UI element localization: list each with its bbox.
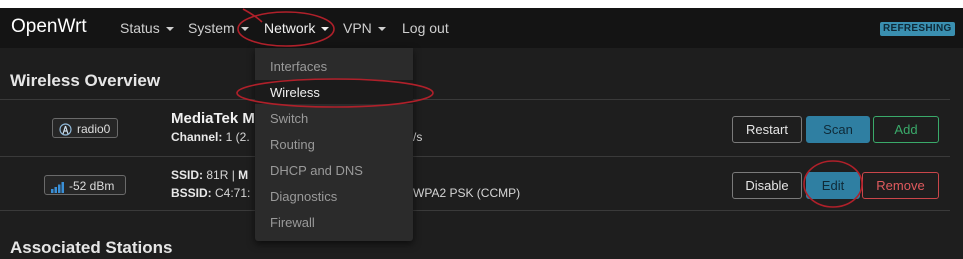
nav-status-label: Status <box>120 20 160 36</box>
nav-status[interactable]: Status <box>120 20 174 36</box>
nav-vpn-label: VPN <box>343 20 372 36</box>
nav-network[interactable]: Network <box>264 20 330 36</box>
divider <box>0 156 950 157</box>
edit-button[interactable]: Edit <box>806 172 860 199</box>
divider <box>0 99 950 100</box>
scan-button[interactable]: Scan <box>806 116 870 143</box>
divider <box>0 210 950 211</box>
menu-item-diagnostics[interactable]: Diagnostics <box>270 189 337 204</box>
wireless-overview-heading: Wireless Overview <box>10 71 161 90</box>
network-dropdown-menu: Interfaces Wireless Switch Routing DHCP … <box>255 48 413 241</box>
bssid-line: BSSID: C4:71: <box>171 186 250 200</box>
menu-item-wireless[interactable]: Wireless <box>270 85 320 100</box>
add-button[interactable]: Add <box>873 116 939 143</box>
nav-logout[interactable]: Log out <box>402 20 449 36</box>
radio-badge: radio0 <box>52 118 118 138</box>
chevron-down-icon <box>165 27 174 32</box>
ssid-line: SSID: 81R | M <box>171 168 248 182</box>
associated-stations-heading: Associated Stations <box>10 238 173 257</box>
radio-title: MediaTek M <box>171 110 255 127</box>
menu-item-routing[interactable]: Routing <box>270 137 315 152</box>
ssid-value: 81R | <box>203 168 239 182</box>
channel-value: 1 (2. <box>222 130 250 144</box>
refreshing-badge: REFRESHING <box>880 22 955 36</box>
nav-system[interactable]: System <box>188 20 249 36</box>
menu-item-switch[interactable]: Switch <box>270 111 308 126</box>
disable-button[interactable]: Disable <box>732 172 802 199</box>
restart-button[interactable]: Restart <box>732 116 802 143</box>
signal-value: -52 dBm <box>69 179 115 193</box>
bssid-label: BSSID: <box>171 186 212 200</box>
nav-network-label: Network <box>264 20 316 36</box>
chevron-down-icon <box>321 27 330 32</box>
ssid-label: SSID: <box>171 168 204 182</box>
encryption-fragment: WPA2 PSK (CCMP) <box>413 186 521 200</box>
bssid-value: C4:71: <box>211 186 251 200</box>
chevron-down-icon <box>377 27 386 32</box>
brand-logo[interactable]: OpenWrt <box>11 16 87 38</box>
nav-system-label: System <box>188 20 235 36</box>
bitrate-fragment: /s <box>413 130 423 144</box>
menu-item-firewall[interactable]: Firewall <box>270 215 315 230</box>
ssid-mode-fragment: M <box>238 168 249 182</box>
menu-item-interfaces[interactable]: Interfaces <box>270 59 327 74</box>
navbar: OpenWrt Status System Network VPN Log ou… <box>0 8 963 48</box>
nav-vpn[interactable]: VPN <box>343 20 386 36</box>
radio-channel-line: Channel: 1 (2. <box>171 130 250 144</box>
signal-badge: -52 dBm <box>44 175 126 195</box>
chevron-down-icon <box>240 27 249 32</box>
menu-item-dhcp-dns[interactable]: DHCP and DNS <box>270 163 363 178</box>
channel-label: Channel: <box>171 130 223 144</box>
radio-name: radio0 <box>77 122 111 136</box>
radio-tower-icon <box>59 122 72 142</box>
signal-strength-icon <box>51 179 65 199</box>
top-strip <box>0 0 963 8</box>
remove-button[interactable]: Remove <box>862 172 939 199</box>
